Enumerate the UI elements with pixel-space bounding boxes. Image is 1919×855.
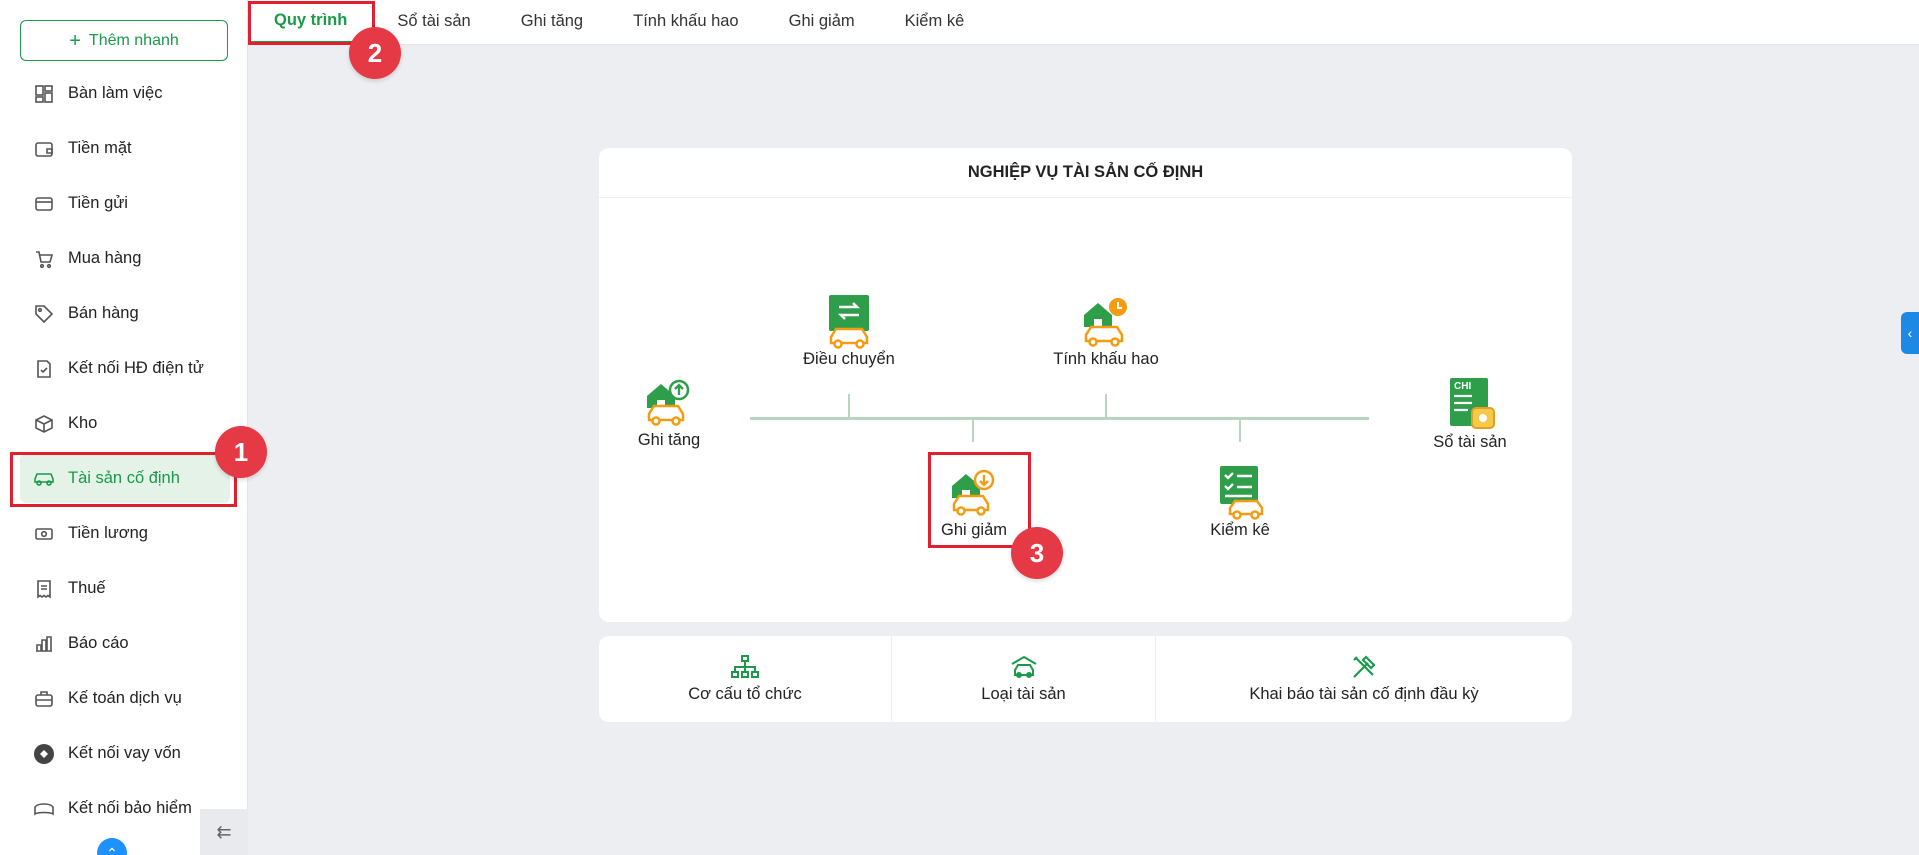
sidebar-item-thue[interactable]: Thuế	[0, 561, 248, 616]
scroll-up-button[interactable]: ⌃	[97, 838, 127, 855]
car-icon	[33, 468, 55, 490]
collapse-icon: ⇇	[216, 821, 232, 842]
connector-line	[750, 417, 1369, 420]
node-label: Tính khấu hao	[1053, 350, 1159, 368]
chart-icon	[33, 633, 55, 655]
wallet-icon	[33, 138, 55, 160]
sidebar-item-label: Kết nối bảo hiểm	[68, 799, 192, 817]
node-label: Ghi tăng	[637, 431, 701, 449]
step-badge-3: 3	[1011, 527, 1063, 579]
sidebar-item-label: Kho	[68, 414, 98, 432]
process-card: NGHIỆP VỤ TÀI SẢN CỐ ĐỊNH Ghi tăng Điều …	[599, 148, 1572, 622]
sidebar-item-tai-san-co-dinh[interactable]: Tài sản cố định	[0, 451, 248, 506]
cart-icon	[33, 248, 55, 270]
sidebar-item-label: Mua hàng	[68, 249, 142, 267]
quick-add-button[interactable]: + Thêm nhanh	[20, 20, 228, 61]
node-tinh-khau-hao[interactable]: Tính khấu hao	[1036, 293, 1176, 369]
tab-ghi-giam[interactable]: Ghi giảm	[764, 0, 880, 44]
sidebar-item-label: Kết nối vay vốn	[68, 744, 181, 762]
asset-decrease-icon	[952, 469, 995, 516]
umbrella-icon	[33, 798, 55, 820]
node-dieu-chuyen[interactable]: Điều chuyển	[789, 293, 909, 369]
sidebar-item-label: Tiền gửi	[68, 194, 128, 212]
tab-ghi-tang[interactable]: Ghi tăng	[496, 0, 608, 44]
node-label: Điều chuyển	[803, 350, 895, 368]
sidebar-item-ket-noi-vay-von[interactable]: Kết nối vay vốn	[0, 726, 248, 781]
step-badge-2: 2	[349, 27, 401, 79]
step-badge-1: 1	[215, 426, 267, 478]
inventory-check-icon	[1220, 466, 1264, 520]
tools-icon	[1353, 654, 1376, 678]
chevron-up-icon: ⌃	[106, 844, 118, 855]
shortcuts-card: Cơ cấu tổ chức Loại tài sản Khai báo tài…	[599, 636, 1572, 722]
asset-increase-icon	[647, 379, 690, 426]
sidebar-item-label: Kết nối HĐ điện tử	[68, 359, 204, 377]
node-label: Sổ tài sản	[1433, 433, 1507, 451]
tab-tinh-khau-hao[interactable]: Tính khấu hao	[608, 0, 764, 44]
shortcut-co-cau-to-chuc[interactable]: Cơ cấu tổ chức	[599, 636, 892, 722]
sidebar-item-bao-cao[interactable]: Báo cáo	[0, 616, 248, 671]
chevron-left-icon: ‹	[1907, 325, 1913, 341]
sidebar-item-label: Thuế	[68, 579, 106, 597]
chi-badge: CHI	[1454, 381, 1471, 392]
transfer-icon	[829, 295, 869, 349]
shortcut-loai-tai-san[interactable]: Loại tài sản	[892, 636, 1156, 722]
connector-tick	[1105, 394, 1107, 418]
receipt-icon	[33, 578, 55, 600]
node-label: Kiểm kê	[1210, 521, 1270, 539]
node-kiem-ke[interactable]: Kiểm kê	[1200, 464, 1280, 540]
briefcase-icon	[33, 688, 55, 710]
asset-ledger-icon: CHI	[1450, 378, 1495, 429]
quick-add-label: Thêm nhanh	[88, 31, 179, 49]
sidebar-item-label: Bàn làm việc	[68, 84, 163, 102]
money-icon	[33, 523, 55, 545]
connector-tick	[1239, 419, 1241, 442]
car-garage-icon	[1010, 655, 1037, 678]
connector-tick	[972, 419, 974, 442]
side-panel-toggle[interactable]: ‹	[1901, 312, 1919, 354]
sidebar-item-tien-mat[interactable]: Tiền mặt	[0, 121, 248, 176]
shortcut-khai-bao-dau-ky[interactable]: Khai báo tài sản cố định đầu kỳ	[1156, 636, 1572, 722]
collapse-sidebar-button[interactable]: ⇇	[200, 809, 248, 855]
depreciation-icon	[1084, 298, 1127, 347]
sidebar-item-tien-luong[interactable]: Tiền lương	[0, 506, 248, 561]
sidebar-item-ke-toan-dich-vu[interactable]: Kế toán dịch vụ	[0, 671, 248, 726]
sidebar-item-ban-hang[interactable]: Bán hàng	[0, 286, 248, 341]
node-label: Ghi giảm	[940, 521, 1008, 539]
sidebar: + Thêm nhanh Bàn làm việc Tiền mặt Tiền …	[0, 0, 248, 855]
box-icon	[33, 413, 55, 435]
connector-tick	[848, 394, 850, 418]
org-structure-icon	[731, 654, 759, 678]
sidebar-item-tien-gui[interactable]: Tiền gửi	[0, 176, 248, 231]
node-ghi-tang[interactable]: Ghi tăng	[634, 374, 704, 450]
sidebar-item-label: Tiền mặt	[68, 139, 132, 157]
loan-icon	[33, 743, 55, 765]
sidebar-menu: Bàn làm việc Tiền mặt Tiền gửi Mua hàng …	[0, 66, 248, 836]
sidebar-item-label: Tài sản cố định	[68, 469, 180, 487]
sidebar-item-label: Bán hàng	[68, 304, 139, 322]
node-ghi-giam[interactable]: Ghi giảm	[934, 464, 1014, 540]
node-so-tai-san[interactable]: CHI Sổ tài sản	[1420, 376, 1520, 452]
sidebar-item-ban-lam-viec[interactable]: Bàn làm việc	[0, 66, 248, 121]
plus-icon: +	[69, 29, 81, 52]
sidebar-item-ket-noi-hd[interactable]: Kết nối HĐ điện tử	[0, 341, 248, 396]
tab-bar: Quy trình Sổ tài sản Ghi tăng Tính khấu …	[249, 0, 1919, 45]
sidebar-item-label: Kế toán dịch vụ	[68, 689, 182, 707]
process-title: NGHIỆP VỤ TÀI SẢN CỐ ĐỊNH	[599, 148, 1572, 198]
sidebar-item-label: Báo cáo	[68, 634, 129, 652]
shortcut-label: Loại tài sản	[981, 684, 1066, 703]
card-icon	[33, 193, 55, 215]
shortcut-label: Cơ cấu tổ chức	[688, 684, 802, 703]
sidebar-item-label: Tiền lương	[68, 524, 148, 542]
sidebar-item-mua-hang[interactable]: Mua hàng	[0, 231, 248, 286]
invoice-icon	[33, 358, 55, 380]
tab-kiem-ke[interactable]: Kiểm kê	[880, 0, 990, 44]
shortcut-label: Khai báo tài sản cố định đầu kỳ	[1249, 684, 1479, 703]
tag-icon	[33, 303, 55, 325]
dashboard-icon	[33, 83, 55, 105]
sidebar-item-kho[interactable]: Kho	[0, 396, 248, 451]
